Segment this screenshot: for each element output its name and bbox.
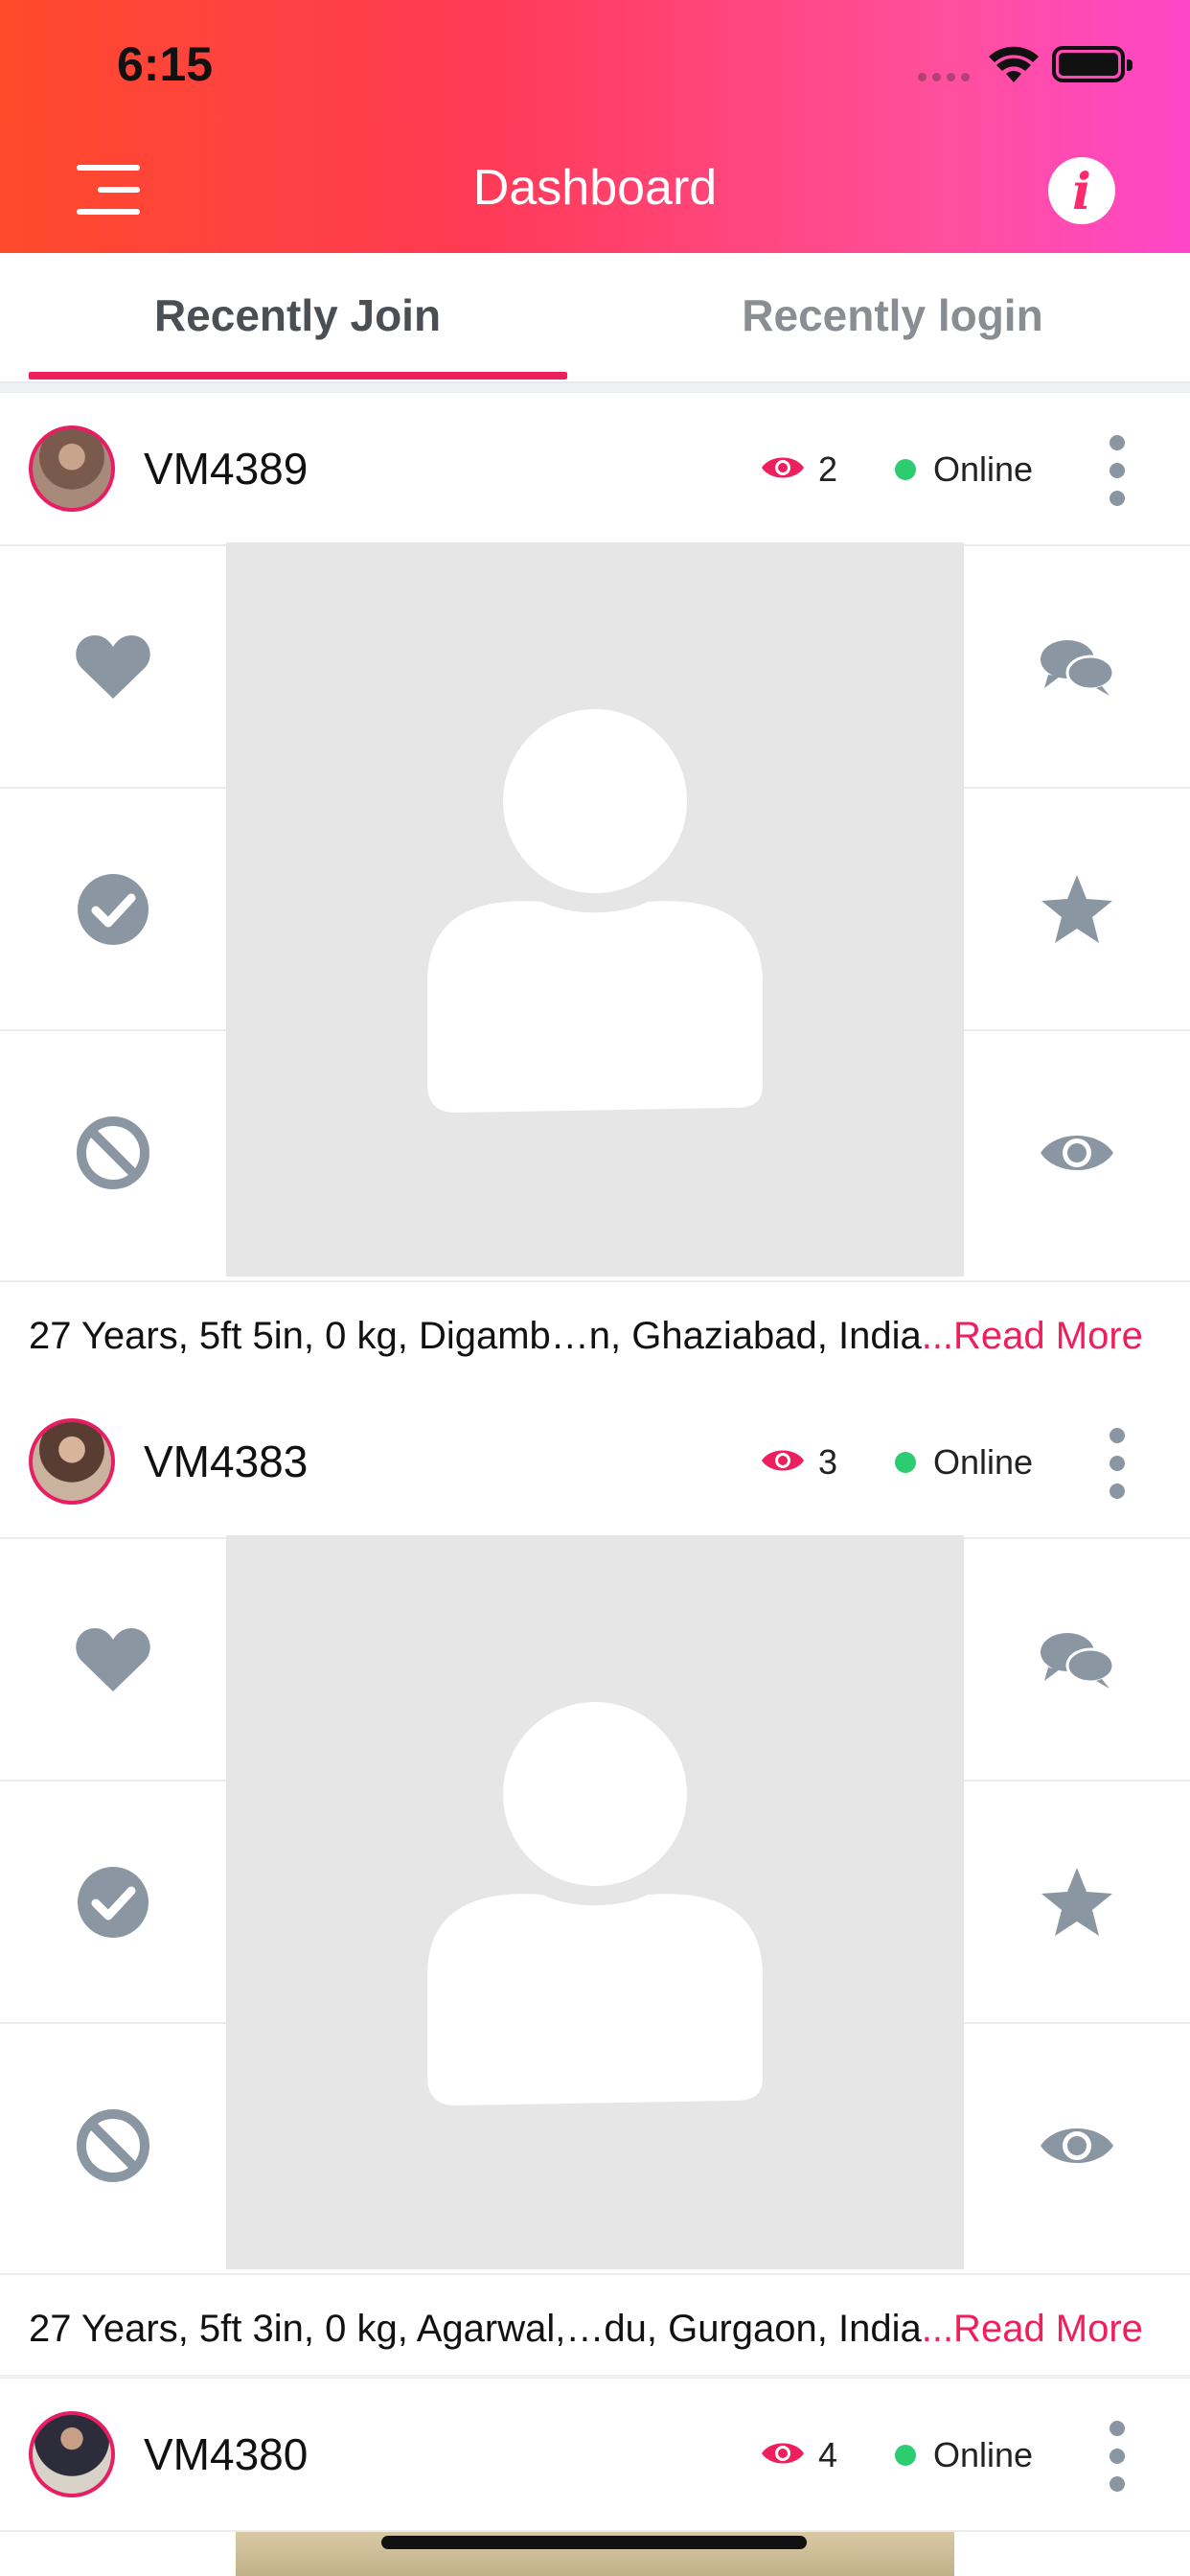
view-count: 4	[818, 2435, 838, 2474]
block-icon	[77, 1116, 149, 1189]
profile-card-header: VM4380 4 Online	[0, 2379, 1190, 2532]
profile-photo-placeholder[interactable]	[226, 1535, 964, 2269]
profile-description: 27 Years, 5ft 3in, 0 kg, Agarwal,…du, Gu…	[29, 2308, 922, 2350]
star-icon	[1041, 1867, 1112, 1936]
avatar[interactable]	[29, 2411, 115, 2497]
online-status: Online	[895, 1439, 1033, 1485]
online-status: Online	[895, 2432, 1033, 2478]
cellular-signal-icon	[918, 69, 975, 81]
info-icon[interactable]: i	[1048, 157, 1115, 224]
profile-card-header: VM4389 2 Online	[0, 393, 1190, 546]
tab-bar: Recently Join Recently login	[0, 253, 1190, 383]
chat-bubbles-icon	[1041, 639, 1115, 696]
profile-card-body	[0, 1535, 1190, 2273]
view-count: 3	[818, 1442, 838, 1482]
home-indicator	[381, 2536, 807, 2549]
wifi-icon	[987, 44, 1041, 89]
eye-icon	[761, 1446, 805, 1480]
check-circle-icon	[78, 873, 149, 945]
profile-card-header: VM4383 3 Online	[0, 1386, 1190, 1539]
block-button[interactable]	[0, 1031, 226, 1274]
tab-recently-login[interactable]: Recently login	[595, 289, 1190, 341]
avatar[interactable]	[29, 426, 115, 512]
eye-icon	[761, 2439, 805, 2472]
battery-icon	[1052, 46, 1133, 82]
profile-photo-placeholder[interactable]	[226, 542, 964, 1276]
view-profile-button[interactable]	[964, 1031, 1190, 1274]
avatar[interactable]	[29, 1418, 115, 1505]
profile-code[interactable]: VM4383	[144, 1436, 308, 1487]
profile-code[interactable]: VM4389	[144, 443, 308, 494]
online-label: Online	[933, 449, 1034, 489]
like-button[interactable]	[0, 546, 226, 789]
profile-views: 4	[761, 2432, 837, 2478]
profile-card-body	[0, 542, 1190, 1280]
view-profile-button[interactable]	[964, 2024, 1190, 2266]
heart-icon	[76, 634, 150, 699]
accept-button[interactable]	[0, 789, 226, 1031]
online-label: Online	[933, 1442, 1034, 1482]
profile-code[interactable]: VM4380	[144, 2428, 308, 2480]
online-dot-icon	[895, 1452, 916, 1473]
profile-summary: 27 Years, 5ft 3in, 0 kg, Agarwal,…du, Gu…	[0, 2273, 1190, 2392]
eye-icon	[761, 453, 805, 487]
chat-button[interactable]	[964, 546, 1190, 789]
more-options-icon[interactable]	[1102, 435, 1134, 506]
heart-icon	[76, 1627, 150, 1691]
profile-views: 3	[761, 1439, 837, 1485]
app-header: Dashboard i	[0, 126, 1190, 253]
profile-description: 27 Years, 5ft 5in, 0 kg, Digamb…n, Ghazi…	[29, 1315, 922, 1357]
shortlist-button[interactable]	[964, 1782, 1190, 2024]
chat-button[interactable]	[964, 1539, 1190, 1782]
app-topbar: 6:15 Dashboard i	[0, 0, 1190, 253]
profile-views: 2	[761, 447, 837, 493]
view-count: 2	[818, 449, 838, 489]
shortlist-button[interactable]	[964, 789, 1190, 1031]
more-options-icon[interactable]	[1102, 1428, 1134, 1499]
eye-icon	[1041, 2128, 1113, 2163]
status-bar: 6:15	[0, 0, 1190, 126]
star-icon	[1041, 874, 1112, 943]
profile-card: VM4389 2 Online 27 Years, 5ft 5in, 0 kg,…	[0, 393, 1190, 1399]
profile-summary: 27 Years, 5ft 5in, 0 kg, Digamb…n, Ghazi…	[0, 1280, 1190, 1399]
profile-card: VM4383 3 Online 27 Years, 5ft 3in, 0 kg,…	[0, 1386, 1190, 2375]
tab-recently-join[interactable]: Recently Join	[0, 289, 595, 341]
read-more-link[interactable]: ...Read More	[922, 1315, 1143, 1357]
more-options-icon[interactable]	[1102, 2421, 1134, 2492]
page-title: Dashboard	[472, 160, 718, 216]
block-icon	[77, 2108, 149, 2182]
online-status: Online	[895, 447, 1033, 493]
status-time: 6:15	[117, 37, 214, 91]
dashboard-screen: 6:15 Dashboard i Recently Join Recently …	[0, 0, 1190, 2576]
online-dot-icon	[895, 2445, 916, 2466]
active-tab-indicator	[29, 372, 567, 380]
online-label: Online	[933, 2435, 1034, 2474]
like-button[interactable]	[0, 1539, 226, 1782]
chat-bubbles-icon	[1041, 1632, 1115, 1689]
accept-button[interactable]	[0, 1782, 226, 2024]
block-button[interactable]	[0, 2024, 226, 2266]
online-dot-icon	[895, 459, 916, 480]
eye-icon	[1041, 1135, 1113, 1170]
read-more-link[interactable]: ...Read More	[922, 2308, 1143, 2350]
check-circle-icon	[78, 1866, 149, 1938]
